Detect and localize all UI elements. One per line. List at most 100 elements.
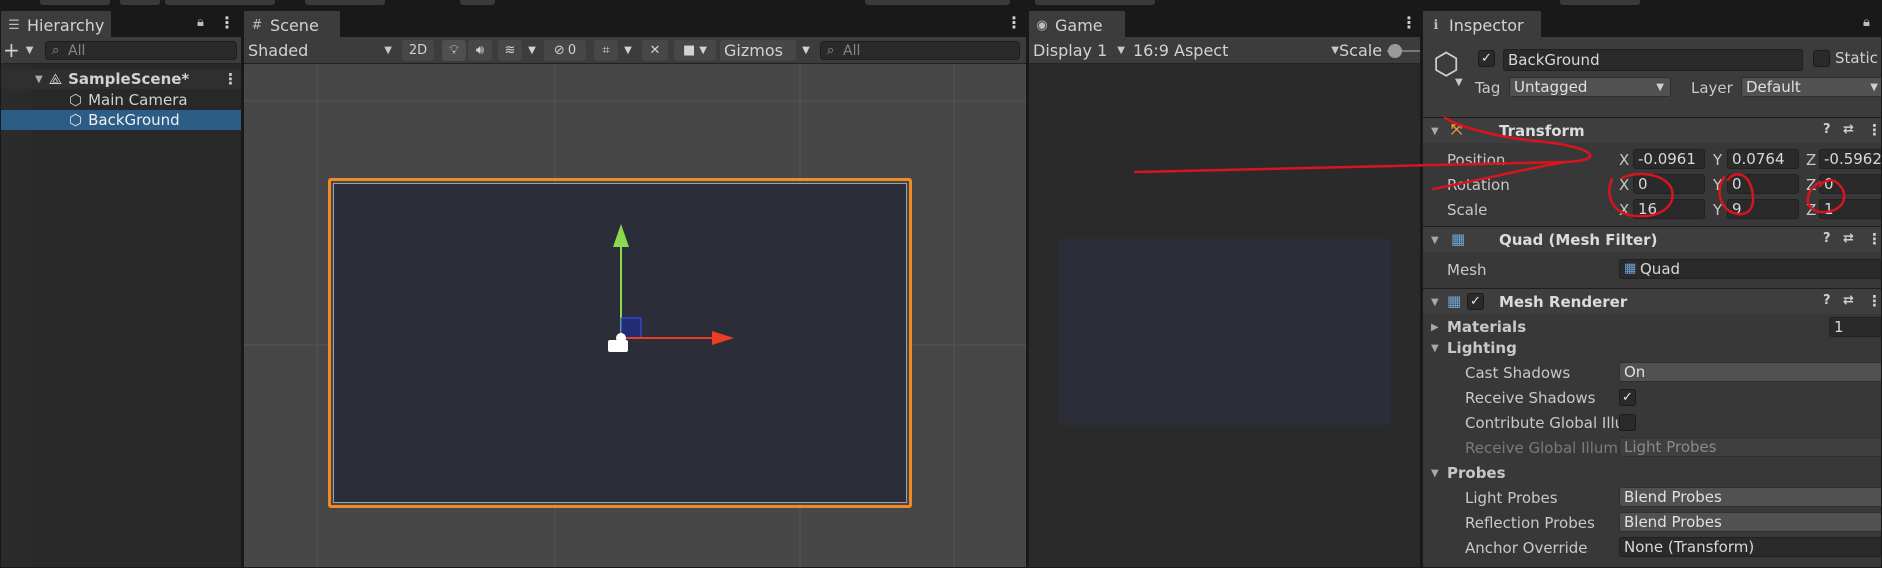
mesh-renderer-title: Mesh Renderer (1499, 293, 1628, 311)
rotation-x-field[interactable]: 0 (1633, 174, 1705, 194)
rotation-y-field[interactable]: 0 (1727, 174, 1799, 194)
axis-x: X (1619, 201, 1630, 219)
materials-count-field[interactable]: 1 (1829, 317, 1881, 337)
toolbar-button[interactable] (1035, 0, 1155, 5)
toolbar-button[interactable] (305, 0, 385, 5)
position-y-field[interactable]: 0.0764 (1727, 149, 1799, 169)
component-menu-icon[interactable]: ⋮ (1867, 121, 1881, 139)
position-z-field[interactable]: -0.59620 (1819, 149, 1881, 169)
move-gizmo[interactable] (244, 64, 1027, 568)
reflection-probes-dropdown[interactable]: Blend Probes ▼ (1619, 512, 1881, 532)
shading-mode-dropdown[interactable]: Shaded ▼ (248, 39, 394, 61)
component-menu-icon[interactable]: ⋮ (1867, 230, 1881, 248)
mesh-object-field[interactable]: ▦ Quad (1619, 259, 1881, 279)
rotation-z-field[interactable]: 0 (1819, 174, 1881, 194)
camera-dropdown[interactable]: ■ ▼ (674, 40, 716, 61)
help-icon[interactable]: ? (1823, 293, 1831, 308)
probes-label[interactable]: Probes (1447, 464, 1506, 482)
transform-header[interactable]: ▼ ⤧ Transform ? ⇄ ⋮ (1423, 117, 1881, 143)
collapse-triangle-icon[interactable]: ▶ (1431, 322, 1439, 333)
expand-triangle-icon[interactable]: ▼ (1431, 235, 1439, 246)
toolbar-button[interactable] (1560, 0, 1640, 5)
contribute-gi-checkbox[interactable] (1619, 414, 1636, 431)
scale-slider-thumb[interactable] (1388, 44, 1402, 58)
expand-triangle-icon[interactable]: ▼ (1431, 468, 1439, 479)
lock-icon[interactable]: 🔒︎ (1863, 15, 1870, 30)
gizmos-button[interactable]: Gizmos (720, 40, 796, 61)
expand-triangle-icon[interactable]: ▼ (1431, 343, 1439, 354)
expand-triangle-icon[interactable]: ▼ (1431, 297, 1439, 308)
tab-hierarchy[interactable]: ☰ Hierarchy (1, 11, 111, 37)
light-probes-dropdown[interactable]: Blend Probes ▼ (1619, 487, 1881, 507)
scale-z-field[interactable]: 1 (1819, 199, 1881, 219)
scene-row[interactable]: ▼ ⟁ SampleScene* ⋮ (1, 69, 241, 89)
preset-icon[interactable]: ⇄ (1843, 293, 1854, 308)
scene-search-input[interactable]: ⌕ All (820, 41, 1020, 60)
lighting-toggle[interactable]: 💡︎ (442, 40, 466, 61)
position-x-field[interactable]: -0.0961 (1633, 149, 1705, 169)
hierarchy-item-background[interactable]: ⬡ BackGround (1, 110, 241, 130)
layer-dropdown[interactable]: Default ▼ (1741, 77, 1881, 97)
icon-dropdown-icon[interactable]: ▼ (1455, 77, 1463, 88)
hierarchy-item-main-camera[interactable]: ⬡ Main Camera (1, 90, 241, 110)
mode-2d-button[interactable]: 2D (402, 40, 434, 61)
display-dropdown[interactable]: Display 1 ▼ (1033, 39, 1127, 61)
scene-viewport[interactable] (244, 64, 1027, 568)
scene-menu-icon[interactable]: ⋮ (223, 70, 238, 88)
static-checkbox[interactable] (1813, 50, 1830, 67)
materials-label[interactable]: Materials (1447, 318, 1526, 336)
toolbar-button[interactable] (40, 0, 110, 5)
add-dropdown[interactable]: + ▼ (3, 38, 34, 62)
toolbar-button[interactable] (165, 0, 275, 5)
aspect-dropdown[interactable]: 16:9 Aspect ▼ (1133, 39, 1341, 61)
game-menu-icon[interactable]: ⋮ (1401, 15, 1417, 31)
hierarchy-panel: ☰ Hierarchy 🔒︎ ⋮ + ▼ ⌕ All ▼ ⟁ SampleSce… (0, 10, 242, 568)
mesh-renderer-header[interactable]: ▼ ▦ ✓ Mesh Renderer ? ⇄ ⋮ (1423, 288, 1881, 314)
eye-slash-icon: ⊘ (553, 43, 565, 58)
toolbar-button[interactable] (460, 0, 495, 5)
effects-dropdown[interactable]: ▼ (524, 40, 540, 61)
hierarchy-search-input[interactable]: ⌕ All (45, 41, 237, 60)
lighting-label[interactable]: Lighting (1447, 339, 1517, 357)
grid-dropdown[interactable]: ▼ (620, 40, 636, 61)
effects-toggle[interactable]: ≋ (498, 40, 522, 61)
scene-menu-icon[interactable]: ⋮ (1006, 15, 1022, 31)
toolbar-button[interactable] (120, 0, 160, 5)
component-menu-icon[interactable]: ⋮ (1867, 292, 1881, 310)
lock-icon[interactable]: 🔒︎ (197, 15, 204, 30)
axis-y: Y (1713, 176, 1723, 194)
chevron-down-icon: ▼ (25, 44, 34, 56)
grid-toggle[interactable]: ⌗ (594, 40, 618, 61)
mesh-renderer-enabled-checkbox[interactable]: ✓ (1467, 293, 1484, 310)
mesh-filter-header[interactable]: ▼ ▦ Quad (Mesh Filter) ? ⇄ ⋮ (1423, 226, 1881, 252)
cube-icon: ⬡ (69, 111, 83, 129)
help-icon[interactable]: ? (1823, 231, 1831, 246)
hidden-objects-toggle[interactable]: ⊘ 0 (544, 40, 586, 61)
preset-icon[interactable]: ⇄ (1843, 231, 1854, 246)
tab-scene[interactable]: # Scene (244, 11, 340, 37)
tab-inspector[interactable]: ℹ Inspector (1423, 11, 1541, 37)
tools-button[interactable]: ✕ (642, 40, 668, 61)
scale-y-field[interactable]: 9 (1727, 199, 1799, 219)
search-icon: ⌕ (827, 43, 835, 58)
scale-z-value: 1 (1824, 200, 1834, 218)
audio-toggle[interactable]: 🔊︎ (468, 40, 492, 61)
preset-icon[interactable]: ⇄ (1843, 122, 1854, 137)
tag-dropdown[interactable]: Untagged ▼ (1509, 77, 1671, 97)
scale-x-field[interactable]: 16 (1633, 199, 1705, 219)
camera-icon: ■ (683, 43, 696, 58)
tab-game[interactable]: ◉ Game (1029, 11, 1125, 37)
expand-triangle-icon[interactable]: ▼ (35, 74, 43, 85)
anchor-override-field[interactable]: None (Transform) (1619, 537, 1881, 557)
cast-shadows-dropdown[interactable]: On ▼ (1619, 362, 1881, 382)
gizmos-dropdown[interactable]: ▼ (798, 40, 814, 61)
help-icon[interactable]: ? (1823, 122, 1831, 137)
play-controls[interactable] (865, 0, 995, 5)
hierarchy-item-label: Main Camera (88, 91, 188, 109)
hierarchy-menu-icon[interactable]: ⋮ (219, 15, 235, 31)
receive-gi-label: Receive Global Illumi (1465, 439, 1619, 457)
active-checkbox[interactable]: ✓ (1478, 50, 1495, 67)
object-name-input[interactable]: BackGround (1503, 49, 1803, 71)
expand-triangle-icon[interactable]: ▼ (1431, 126, 1439, 137)
receive-shadows-checkbox[interactable]: ✓ (1619, 389, 1636, 406)
